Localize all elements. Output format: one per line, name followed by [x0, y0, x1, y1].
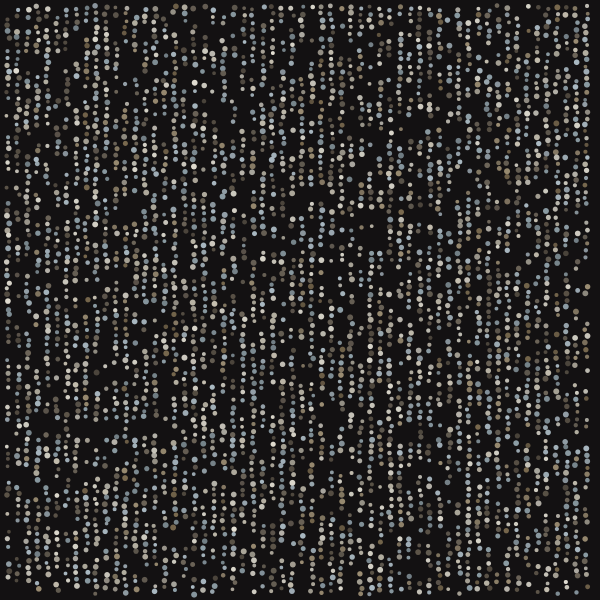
dot-pattern-canvas [0, 0, 600, 600]
